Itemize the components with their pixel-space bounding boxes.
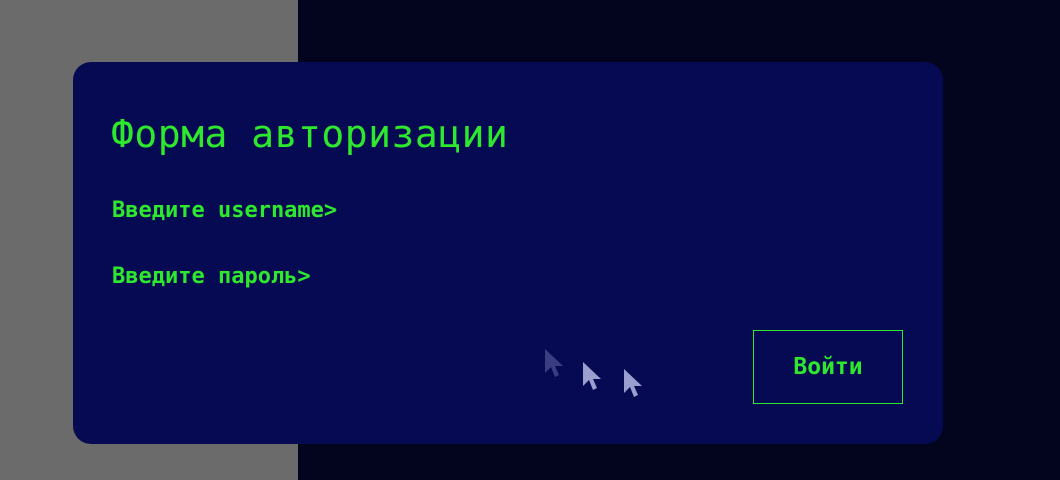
- password-label: Введите пароль>: [112, 263, 311, 289]
- username-row: Введите username>: [112, 194, 730, 226]
- mouse-pointer-icon: [583, 362, 601, 390]
- form-title: Форма авторизации: [111, 112, 509, 156]
- username-input[interactable]: [337, 195, 730, 225]
- mouse-pointer-icon: [545, 349, 563, 377]
- login-button[interactable]: Войти: [753, 330, 903, 404]
- password-row: Введите пароль>: [112, 260, 703, 292]
- mouse-pointer-icon: [624, 369, 642, 397]
- password-input[interactable]: [310, 261, 703, 291]
- login-form-card: Форма авторизации Введите username> Введ…: [73, 62, 943, 444]
- username-label: Введите username>: [112, 197, 338, 223]
